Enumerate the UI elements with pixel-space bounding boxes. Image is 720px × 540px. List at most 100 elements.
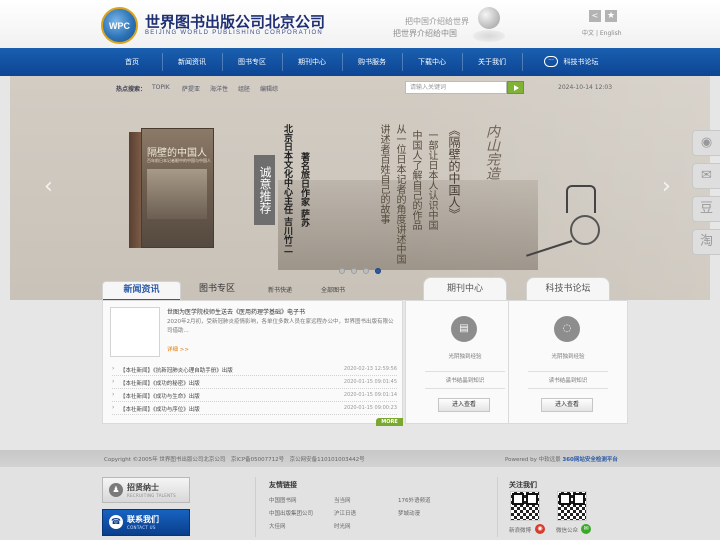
nav-journals[interactable]: 期刊中心	[282, 48, 342, 76]
slide-prev-arrow-icon[interactable]: ‹	[44, 174, 53, 199]
news-item-title[interactable]: 【本社新闻】《抗新冠肺炎心理自助手册》出版	[120, 366, 233, 374]
nav-about[interactable]: 关于我们	[462, 48, 522, 76]
friend-link[interactable]: 中国图书网	[269, 496, 297, 504]
nav-books[interactable]: 图书专区	[222, 48, 282, 76]
subtab-new-books[interactable]: 新书快递	[268, 285, 292, 294]
banner-desc-line: 从一位日本记者的角度讲述中国	[394, 124, 405, 264]
forum-title[interactable]: 科技书论坛	[526, 277, 610, 300]
tab-books[interactable]: 图书专区	[184, 281, 250, 300]
arrow-bullet-icon: ›	[112, 365, 115, 372]
subtab-all-books[interactable]: 全部图书	[321, 285, 345, 294]
featured-news-title[interactable]: 世图为医学院校师生送去《医用药理学基础》电子书	[167, 307, 305, 316]
nav-forum[interactable]: 科技书论坛	[558, 48, 604, 76]
rickshaw-illustration	[566, 185, 596, 213]
friend-link[interactable]: 沪江日语	[334, 509, 356, 517]
journal-center-title[interactable]: 期刊中心	[423, 277, 507, 300]
news-list-item[interactable]: › 【本社新闻】《成功与序位》出版 2020-01-15 09:00:23	[112, 403, 397, 415]
banner-book-name: 《隔壁的中国人》	[447, 124, 461, 220]
news-item-title[interactable]: 【本社新闻】《成功与序位》出版	[120, 405, 200, 413]
lang-separator: |	[595, 30, 598, 37]
nav-purchase[interactable]: 购书服务	[342, 48, 402, 76]
forum-enter-button[interactable]: 进入查看	[541, 398, 593, 412]
copyright-text: Copyright ©2005年 世界图书出版公司北京公司 京ICP备05007…	[104, 457, 365, 463]
hot-search-item[interactable]: 萨提亚	[182, 84, 200, 93]
journal-line-1: 光阴独到经验	[448, 354, 482, 360]
more-news-button[interactable]: MORE	[376, 418, 403, 426]
weibo-qr-caption: 新浪微博	[509, 528, 532, 534]
forum-line-1: 光阴独到经验	[551, 354, 585, 360]
favorite-star-icon[interactable]: ★	[605, 10, 617, 22]
logo[interactable]: WPC	[101, 7, 138, 44]
news-item-date: 2020-01-15 09:01:45	[343, 379, 397, 385]
hot-search-item[interactable]: 编辑综	[260, 84, 278, 93]
lang-chinese-link[interactable]: 中文	[582, 30, 594, 37]
journal-line-2: 读书结晶到知识	[445, 378, 485, 384]
globe-decoration	[478, 7, 500, 29]
wechat-icon[interactable]: ✉	[692, 163, 720, 189]
tab-news[interactable]: 新闻资讯	[102, 281, 181, 301]
banner-desc-line: 讲述者百姓自己的故事	[378, 124, 389, 224]
book-cover-subtitle: 百年前日本记者眼中的中国与中国人	[147, 158, 211, 163]
douban-icon[interactable]: 豆	[692, 196, 720, 222]
recruit-subtitle: RECRUITING TALENTS	[127, 493, 176, 498]
weibo-icon[interactable]: ◉	[692, 130, 720, 156]
journal-enter-button[interactable]: 进入查看	[438, 398, 490, 412]
featured-news-summary: 2020年2月初，受新冠肺炎疫情影响，各单位多数人员在家远程办公中，世界图书出版…	[167, 319, 394, 334]
security-platform-link[interactable]: 360网站安全检测平台	[562, 457, 617, 463]
recruit-button[interactable]: ♟ 招贤纳士 RECRUITING TALENTS	[102, 477, 190, 503]
company-name-en: BEIJING WORLD PUBLISHING CORPORATION	[145, 30, 324, 36]
hot-search-item[interactable]: 海洋性	[210, 84, 228, 93]
friend-links-title: 友情链接	[269, 481, 297, 489]
follow-us-title: 关注我们	[509, 481, 537, 489]
slogan-line-2: 把世界介绍给中国	[393, 29, 457, 38]
friend-link[interactable]: 当当网	[334, 496, 351, 504]
book-cover-title: 隔壁的中国人	[147, 148, 207, 159]
news-item-date: 2020-01-15 09:00:23	[343, 405, 397, 411]
phone-icon: ☎	[109, 515, 123, 529]
nav-home[interactable]: 首页	[102, 48, 162, 76]
friend-link[interactable]: 176外语频道	[398, 496, 431, 504]
share-icon[interactable]: <	[589, 10, 601, 22]
weibo-mini-icon[interactable]: ◉	[535, 524, 545, 534]
banner-desc-line: 一部让日本人认识中国	[426, 130, 437, 230]
detail-link[interactable]: 详细 >>	[167, 345, 189, 353]
recommender-2: 著名旅日作家 萨苏	[299, 152, 309, 228]
friend-link[interactable]: 大佳网	[269, 522, 286, 530]
friend-link[interactable]: 时光网	[334, 522, 351, 530]
nav-downloads[interactable]: 下载中心	[402, 48, 462, 76]
slogan-line-1: 把中国介绍给世界	[405, 17, 469, 26]
slide-next-arrow-icon[interactable]: ›	[662, 174, 671, 199]
news-thumbnail[interactable]	[110, 307, 160, 357]
news-list-item[interactable]: › 【本社新闻】《抗新冠肺炎心理自助手册》出版 2020-02-13 12:59…	[112, 364, 397, 376]
lang-english-link[interactable]: English	[600, 30, 622, 37]
taobao-icon[interactable]: 淘	[692, 229, 720, 255]
news-item-date: 2020-02-13 12:59:56	[343, 366, 397, 372]
banner-desc-line: 中国人了解自己的作品	[410, 130, 421, 230]
powered-by: Powered by 中软远景 360网站安全检测平台	[505, 455, 618, 463]
slide-dot[interactable]	[339, 268, 345, 274]
logo-text: WPC	[109, 21, 130, 31]
chat-bubble-icon: ···	[544, 56, 558, 67]
contact-button[interactable]: ☎ 联系我们 CONTACT US	[102, 509, 190, 536]
search-submit-button[interactable]	[507, 81, 524, 94]
slide-dot-active[interactable]	[375, 268, 381, 274]
friend-link[interactable]: 中国出版集团公司	[269, 509, 313, 517]
hot-search-item[interactable]: TOPIK	[152, 84, 170, 91]
news-item-date: 2020-01-15 09:01:14	[343, 392, 397, 398]
friend-link[interactable]: 梦城动漫	[398, 509, 420, 517]
hot-search-item[interactable]: 组胚	[238, 84, 250, 93]
news-list-item[interactable]: › 【本社新闻】《成功与生命》出版 2020-01-15 09:01:14	[112, 390, 397, 402]
search-input[interactable]: 请输入关键词	[405, 81, 507, 94]
wechat-mini-icon[interactable]: ✉	[581, 524, 591, 534]
nav-news[interactable]: 新闻资讯	[162, 48, 222, 76]
divider	[425, 371, 505, 372]
news-list-item[interactable]: › 【本社新闻】《成功的秘密》出版 2020-01-15 09:01:45	[112, 377, 397, 389]
footer-divider	[255, 477, 256, 537]
news-item-title[interactable]: 【本社新闻】《成功与生命》出版	[120, 392, 200, 400]
slide-dot[interactable]	[351, 268, 357, 274]
powered-by-text: Powered by 中软远景	[505, 457, 561, 463]
slide-dot[interactable]	[363, 268, 369, 274]
company-name-cn: 世界图书出版公司北京公司	[145, 13, 326, 31]
featured-book-cover[interactable]: 隔壁的中国人 百年前日本记者眼中的中国与中国人	[141, 128, 214, 248]
news-item-title[interactable]: 【本社新闻】《成功的秘密》出版	[120, 379, 200, 387]
